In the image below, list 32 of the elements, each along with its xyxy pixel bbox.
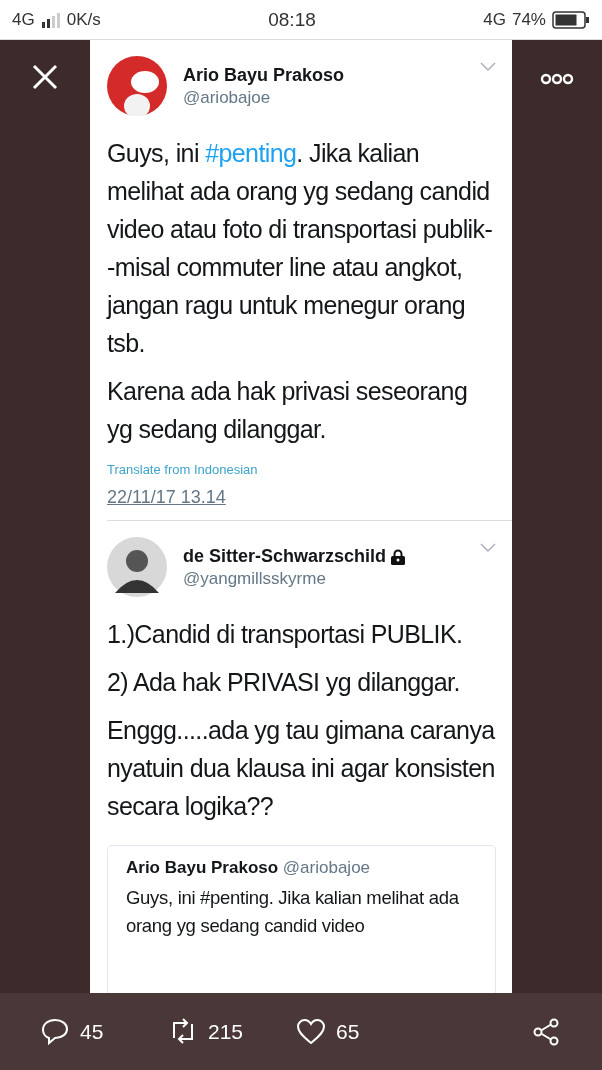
battery-icon [552, 10, 590, 29]
reply-count: 45 [80, 1019, 104, 1044]
user-name: de Sitter-Schwarzschild [183, 546, 387, 567]
network-label: 4G [12, 9, 35, 30]
reply-icon[interactable] [40, 1017, 70, 1046]
network-speed: 0K/s [66, 9, 101, 30]
more-icon[interactable] [540, 73, 574, 85]
quoted-tweet-text: Guys, ini #penting. Jika kalian melihat ada orang yg sedang candid video [126, 886, 460, 938]
quoted-user-name: Ario Bayu Prakoso [126, 858, 279, 877]
avatar [107, 56, 167, 116]
avatar [107, 537, 167, 597]
hashtag-link[interactable]: #penting [205, 139, 297, 167]
close-icon[interactable] [32, 64, 58, 90]
tweet-text: Enggg.....ada yg tau gimana caranya nyatuin dua klausa ini agar konsisten secara logika?? [107, 715, 496, 822]
tweet-text: Karena ada hak privasi seseorang yg sedang dilanggar. [107, 376, 469, 445]
like-count: 65 [336, 1019, 360, 1044]
retweet-count: 215 [208, 1019, 244, 1044]
timestamp-link[interactable]: 22/11/17 13.14 [107, 487, 226, 508]
clock: 08:18 [268, 8, 316, 31]
quoted-user-handle: @ariobajoe [282, 858, 371, 877]
tweet-text: Guys, ini #penting. Jika kalian melihat ada orang yg sedang candid video atau foto di transportasi publik--misal commuter line atau angkot, jangan ragu untuk menegur orang tsb. [107, 138, 494, 359]
network-label: 4G [483, 9, 506, 30]
lock-icon [391, 548, 406, 565]
user-name: Ario Bayu Prakoso [183, 65, 345, 86]
signal-icon [40, 11, 61, 28]
user-handle: @ariobajoe [183, 88, 272, 108]
tweet-text: 2) Ada hak PRIVASI yg dilanggar. [107, 667, 461, 698]
user-handle: @yangmillsskyrme [183, 569, 327, 589]
heart-icon[interactable] [296, 1017, 326, 1046]
translate-link[interactable]: Translate from Indonesian [107, 462, 496, 477]
tweet-text: 1.)Candid di transportasi PUBLIK. [107, 619, 464, 650]
battery-percentage: 74% [511, 9, 546, 30]
